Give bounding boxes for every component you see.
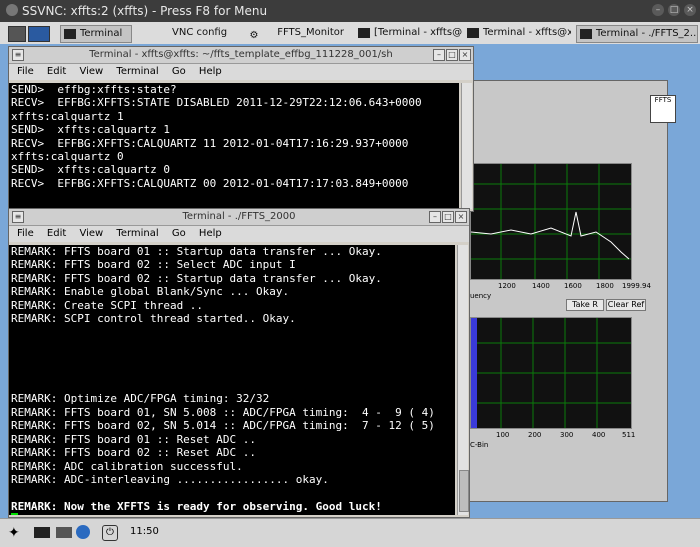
taskbar-item-vnc-config[interactable]: VNC config xyxy=(162,25,232,41)
gear-icon: ⚙ xyxy=(249,30,259,41)
menu-edit[interactable]: Edit xyxy=(47,66,66,77)
taskbar-item-terminal-3[interactable]: Terminal - xffts@x... xyxy=(467,25,571,41)
terminal-icon xyxy=(580,29,592,39)
menu-file[interactable]: File xyxy=(17,228,34,239)
adc-plot xyxy=(471,318,631,428)
spectrum-plot xyxy=(470,164,631,279)
terminal-window-1: ≡ Terminal - xffts@xffts: ~/ffts_templat… xyxy=(8,46,474,212)
browser-icon[interactable] xyxy=(76,525,90,539)
close-icon[interactable]: × xyxy=(684,4,696,16)
taskbar-item-ffts-monitor[interactable]: ⚙ FFTS_Monitor xyxy=(248,25,348,41)
menu-go[interactable]: Go xyxy=(172,66,186,77)
minimize-icon[interactable]: – xyxy=(433,49,445,61)
terminal-1-scrollbar[interactable] xyxy=(461,83,472,209)
menu-edit[interactable]: Edit xyxy=(47,228,66,239)
maximize-icon[interactable]: □ xyxy=(446,49,458,61)
window-menu-icon[interactable]: ≡ xyxy=(12,49,24,61)
terminal-1-title-bar[interactable]: ≡ Terminal - xffts@xffts: ~/ffts_templat… xyxy=(9,47,473,64)
terminal-2-title-bar[interactable]: ≡ Terminal - ./FFTS_2000 – □ × xyxy=(9,209,469,226)
vnc-title-bar: SSVNC: xffts:2 (xffts) - Press F8 for Me… xyxy=(0,0,700,22)
adc-histogram-graph xyxy=(470,317,632,429)
terminal-1-output[interactable]: SEND> effbg:xffts:state? RECV> EFFBG:XFFT… xyxy=(9,83,459,209)
terminal-2-scroll-thumb[interactable] xyxy=(459,470,469,512)
terminal-icon xyxy=(64,29,76,39)
maximize-icon[interactable]: □ xyxy=(668,4,680,16)
minimize-icon[interactable]: – xyxy=(652,4,664,16)
terminal-cursor xyxy=(11,513,455,515)
minimize-icon[interactable]: – xyxy=(429,211,441,223)
taskbar-item-terminal-ffts[interactable]: Terminal - ./FFTS_2... xyxy=(576,25,698,43)
terminal-2-output[interactable]: REMARK: FFTS board 01 :: Startup data tr… xyxy=(9,245,455,515)
ffts-logo: FFTS xyxy=(650,95,676,123)
close-icon[interactable]: × xyxy=(459,49,471,61)
terminal-window-2: ≡ Terminal - ./FFTS_2000 – □ × File Edit… xyxy=(8,208,470,518)
terminal-icon xyxy=(467,28,479,38)
bottom-panel: ✦ ⏻ 11:50 xyxy=(0,518,700,547)
menu-terminal[interactable]: Terminal xyxy=(116,228,158,239)
close-icon[interactable]: × xyxy=(455,211,467,223)
window-menu-icon[interactable]: ≡ xyxy=(12,211,24,223)
spectrum-graph xyxy=(470,163,632,280)
vnc-app-icon xyxy=(6,4,18,16)
top-taskbar: Terminal VNC config ⚙ FFTS_Monitor [Term… xyxy=(0,22,700,45)
clear-ref-button[interactable]: Clear Ref xyxy=(606,299,646,311)
clock: 11:50 xyxy=(130,526,159,537)
terminal-2-scrollbar[interactable] xyxy=(457,245,469,515)
file-manager-icon[interactable] xyxy=(56,527,72,538)
menu-help[interactable]: Help xyxy=(199,228,222,239)
menu-terminal[interactable]: Terminal xyxy=(116,66,158,77)
terminal-icon xyxy=(358,28,370,38)
menu-file[interactable]: File xyxy=(17,66,34,77)
menu-view[interactable]: View xyxy=(79,228,103,239)
maximize-icon[interactable]: □ xyxy=(442,211,454,223)
menu-go[interactable]: Go xyxy=(172,228,186,239)
terminal-2-menubar: File Edit View Terminal Go Help xyxy=(9,226,469,242)
app-menu-icon[interactable]: ✦ xyxy=(8,525,20,541)
menu-help[interactable]: Help xyxy=(199,66,222,77)
take-ref-button[interactable]: Take R xyxy=(566,299,604,311)
desktop-icon[interactable] xyxy=(8,26,26,42)
power-icon[interactable]: ⏻ xyxy=(102,525,118,541)
terminal-launcher-icon[interactable] xyxy=(34,527,50,538)
ffts-monitor-window: FFTS 1200 1400 1600 1800 1999.94 uency T… xyxy=(469,80,676,502)
show-desktop-icon[interactable] xyxy=(28,26,50,42)
terminal-1-menubar: File Edit View Terminal Go Help xyxy=(9,64,473,80)
taskbar-item-terminal-2[interactable]: [Terminal - xffts@x... xyxy=(358,25,462,41)
taskbar-item-terminal[interactable]: Terminal xyxy=(60,25,132,43)
vnc-title: SSVNC: xffts:2 (xffts) - Press F8 for Me… xyxy=(22,4,268,18)
menu-view[interactable]: View xyxy=(79,66,103,77)
